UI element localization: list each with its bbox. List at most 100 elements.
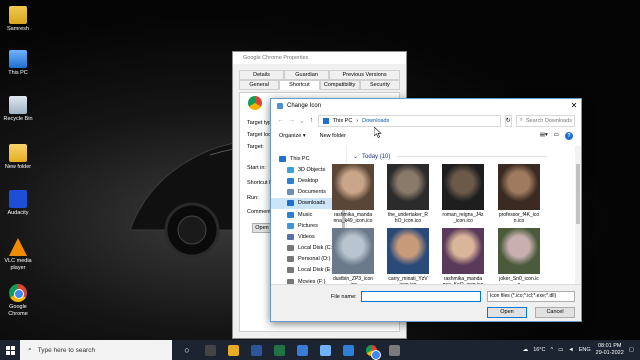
nav-item-label: This PC — [290, 155, 310, 162]
file-thumbnail — [332, 164, 374, 210]
nav-item[interactable]: This PC — [271, 153, 346, 164]
nav-item-icon — [287, 245, 294, 252]
file-thumbnail — [442, 164, 484, 210]
download-icon — [322, 117, 329, 124]
store-icon — [342, 344, 354, 356]
language[interactable]: ENG — [579, 347, 591, 353]
view-options-icon[interactable]: ▤▾ — [540, 132, 548, 140]
breadcrumb-this-pc[interactable]: This PC — [333, 118, 353, 124]
task-view-icon: ○ — [184, 345, 190, 355]
folder-icon — [9, 144, 27, 162]
tab-details[interactable]: Details — [239, 70, 285, 80]
clock-date: 29-01-2022 — [595, 350, 624, 356]
desktop-icon-vlc[interactable]: VLC media player — [2, 238, 34, 272]
file-type-select[interactable]: Icon files (*.ico;*.icl;*.exe;*.dll) — [487, 291, 575, 302]
tab-shortcut[interactable]: Shortcut — [279, 80, 320, 90]
view-controls: ▤▾ ▭ ? — [540, 131, 573, 140]
desktop-icon-chrome[interactable]: Google Chrome — [2, 284, 34, 318]
open-file-location-button[interactable]: Open — [252, 223, 272, 233]
file-item[interactable]: the_undertaker_R hO_icon.ico — [382, 164, 434, 224]
desktop-icon-samresh[interactable]: Samresh — [2, 6, 34, 33]
nav-item-label: Music — [298, 211, 313, 218]
target-location-label: Target loc — [247, 132, 271, 138]
taskbar-app-8[interactable] — [386, 340, 402, 360]
nav-item-icon — [287, 211, 294, 218]
task-view-button[interactable]: ○ — [179, 340, 195, 360]
file-name-input[interactable] — [361, 291, 481, 302]
clock[interactable]: 08:01 PM 29-01-2022 — [596, 343, 624, 357]
volume-icon[interactable]: ◄ — [568, 347, 573, 353]
word-icon — [250, 344, 262, 356]
back-arrow-icon[interactable]: ← — [277, 117, 284, 124]
content-scrollbar[interactable] — [575, 146, 581, 286]
up-arrow-icon[interactable]: ↑ — [309, 117, 314, 124]
file-item[interactable]: dustbin_ZP3_icon.ico — [327, 228, 379, 288]
tab-general[interactable]: General — [239, 80, 280, 90]
desktop-icon-label: This PC — [8, 70, 28, 76]
chevron-up-icon[interactable]: ^ — [550, 347, 553, 353]
system-tray: ☁ 16°C ^ ▭ ◄ ENG 08:01 PM 29-01-2022 ▢ — [523, 343, 640, 357]
taskbar-app-3[interactable] — [248, 340, 264, 360]
new-folder-button[interactable]: New folder — [320, 133, 346, 139]
taskbar-app-1[interactable] — [202, 340, 218, 360]
tab-compatibility[interactable]: Compatibility — [319, 80, 360, 90]
desktop-icon-label: Audacity — [7, 210, 29, 216]
file-item[interactable]: professor_f4K_ico n.ico — [493, 164, 545, 224]
desktop-icon-new-folder[interactable]: New folder — [2, 144, 34, 171]
cancel-button[interactable]: Cancel — [535, 307, 575, 318]
desktop-icon-label: New folder — [4, 164, 32, 170]
taskbar-search-input[interactable]: ⌕ Type here to search — [20, 340, 172, 360]
breadcrumb-downloads[interactable]: Downloads — [362, 118, 389, 124]
group-header[interactable]: ⌄ Today (10) — [353, 153, 548, 160]
help-icon[interactable]: ? — [565, 131, 573, 140]
nav-item-icon — [287, 189, 294, 196]
tab-guardian[interactable]: Guardian — [284, 70, 330, 80]
multitask-icon — [204, 344, 216, 356]
nav-item-icon — [287, 267, 294, 274]
taskbar-app-7[interactable] — [340, 340, 356, 360]
desktop-icon-audacity[interactable]: Audacity — [2, 190, 34, 217]
media-icon — [296, 344, 308, 356]
shortcut-key-label: Shortcut k — [247, 180, 272, 186]
desktop-icon-this-pc[interactable]: This PC — [2, 50, 34, 77]
taskbar-app-6[interactable] — [317, 340, 333, 360]
network-icon[interactable]: ▭ — [558, 347, 563, 353]
weather-temp[interactable]: 16°C — [533, 347, 545, 353]
notification-icon[interactable]: ▢ — [629, 347, 634, 353]
organize-button[interactable]: Organize ▾ — [279, 133, 306, 139]
start-button[interactable] — [0, 345, 20, 355]
desktop-icon-recycle-bin[interactable]: Recycle Bin — [2, 96, 34, 123]
preview-pane-icon[interactable]: ▭ — [554, 132, 559, 140]
taskbar-app-4[interactable] — [271, 340, 287, 360]
taskbar-app-chrome[interactable] — [363, 340, 381, 360]
taskbar-app-5[interactable] — [294, 340, 310, 360]
scrollbar-thumb[interactable] — [576, 164, 580, 224]
file-item[interactable]: joker_Sn0_icon.ico — [493, 228, 545, 288]
tab-previous-versions[interactable]: Previous Versions — [329, 70, 401, 80]
file-name-label: File name: — [331, 294, 357, 300]
user-folder-icon — [9, 6, 27, 24]
change-icon-dialog: Change Icon ✕ ← → ⌄ ↑ This PC › Download… — [270, 98, 582, 322]
taskbar-app-2[interactable] — [225, 340, 241, 360]
app-icon — [319, 344, 331, 356]
nav-item-label: 3D Objects — [298, 166, 326, 173]
dialog-footer: File name: Icon files (*.ico;*.icl;*.exe… — [271, 284, 581, 321]
chrome-icon — [9, 284, 27, 302]
forward-arrow-icon[interactable]: → — [288, 117, 295, 124]
tab-security[interactable]: Security — [359, 80, 400, 90]
weather-icon[interactable]: ☁ — [523, 347, 529, 353]
chrome-icon — [365, 344, 381, 360]
nav-item-icon — [287, 200, 294, 207]
breadcrumb[interactable]: This PC › Downloads — [317, 114, 501, 127]
file-item[interactable]: carry_minati_YzVicon.ico — [382, 228, 434, 288]
file-item[interactable]: rashmika_mandanna_KeQ_icon.ico — [437, 228, 489, 288]
search-input[interactable]: ⌕ Search Downloads — [515, 114, 575, 127]
chevron-down-icon[interactable]: ⌄ — [299, 117, 305, 125]
refresh-icon[interactable]: ↻ — [504, 114, 512, 127]
file-item[interactable]: rashmika_manda nna_k49_icon.ico — [327, 164, 379, 224]
file-name-line2: n.ico — [513, 218, 525, 224]
recycle-bin-icon — [9, 96, 27, 114]
file-item[interactable]: roman_reigns_J4z _icon.ico — [437, 164, 489, 224]
close-icon[interactable]: ✕ — [567, 101, 581, 110]
open-button[interactable]: Open — [487, 307, 527, 318]
